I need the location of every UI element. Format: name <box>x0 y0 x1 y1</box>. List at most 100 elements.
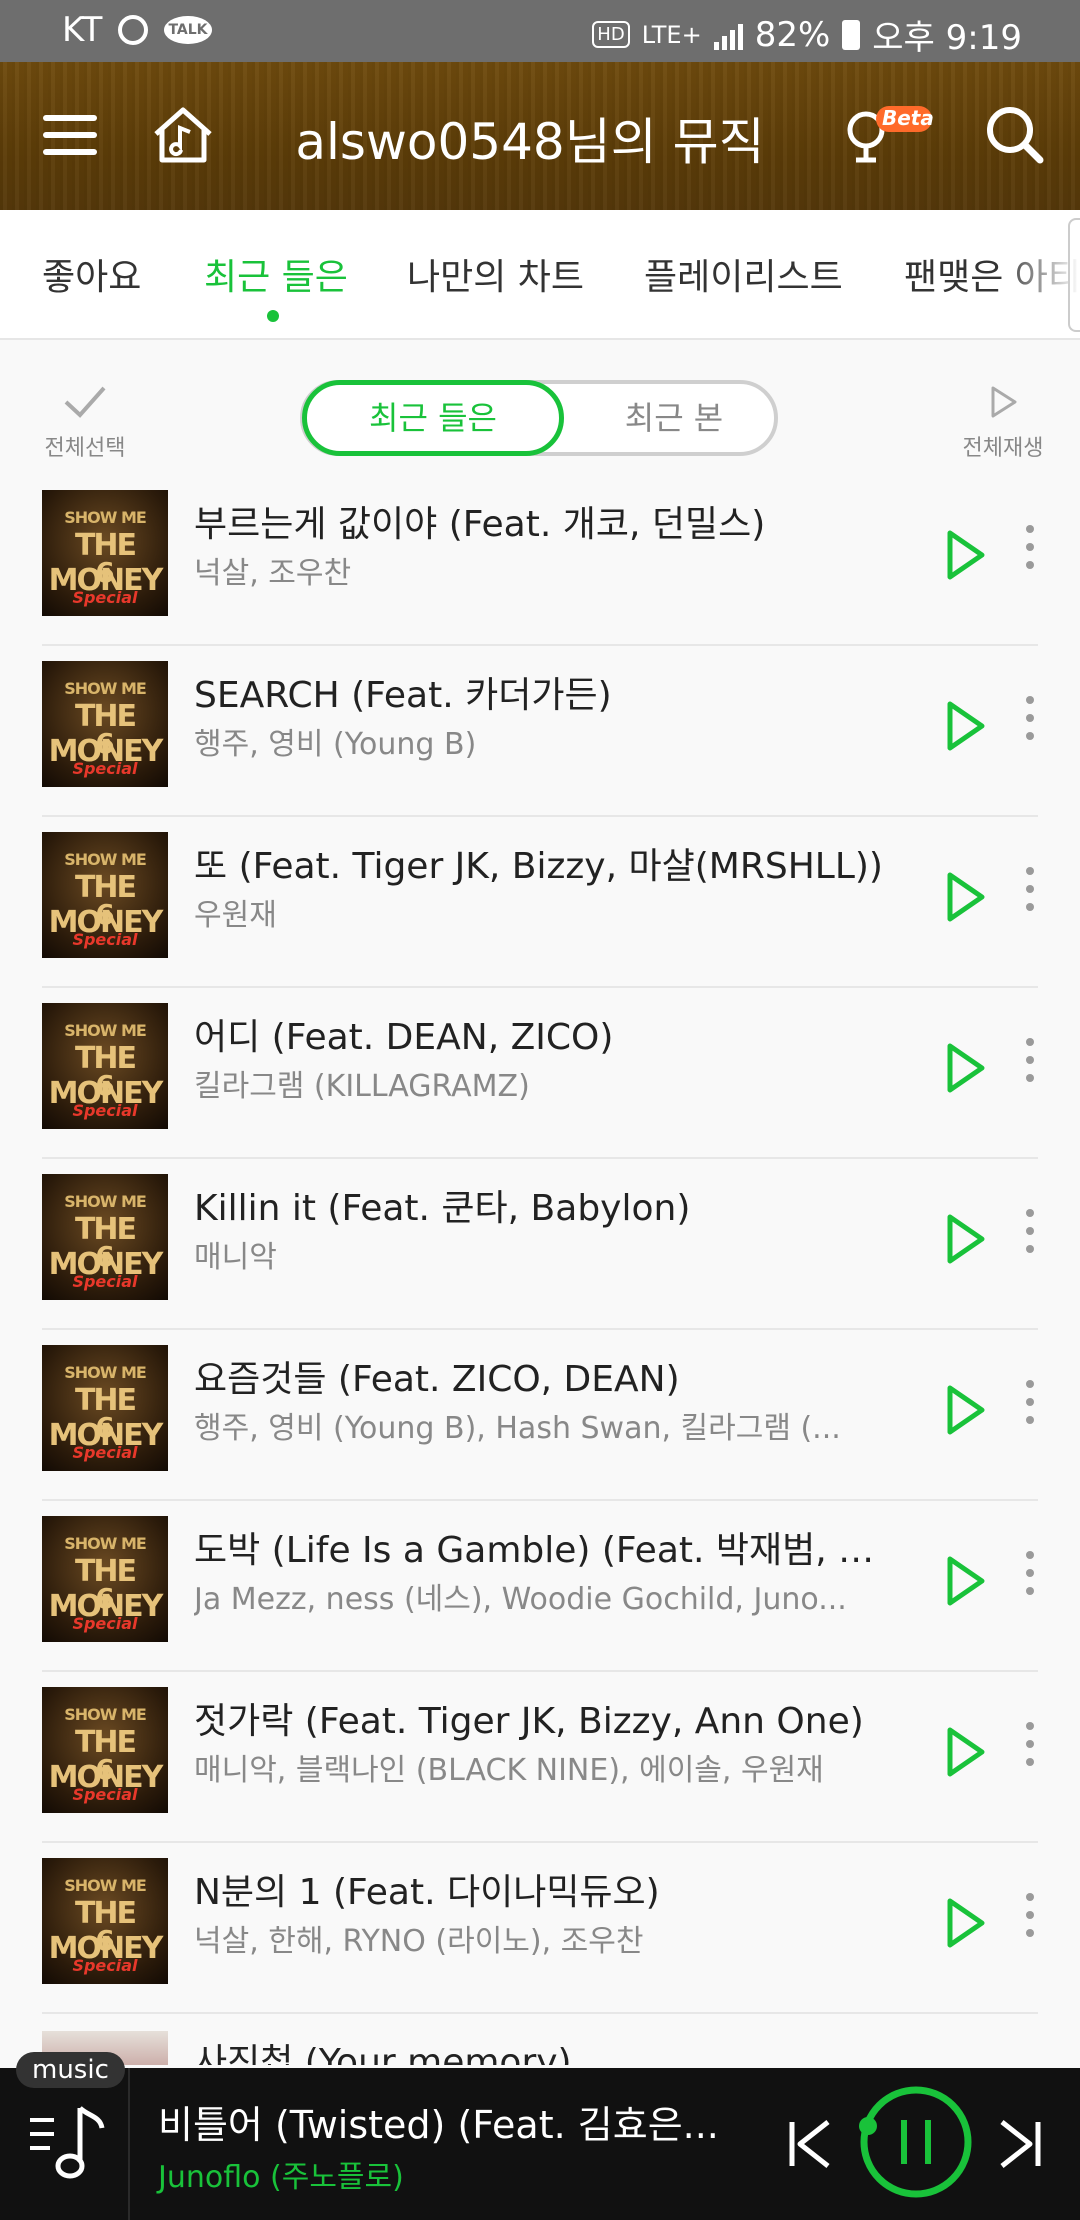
select-all-button[interactable]: 전체선택 <box>30 382 140 462</box>
voice-search-icon[interactable]: Beta <box>840 100 940 170</box>
row-divider <box>42 2012 1038 2014</box>
song-artist: 매니악, 블랙나인 (BLACK NINE), 에이솔, 우원재 <box>194 1753 824 1788</box>
song-title: N분의 1 (Feat. 다이나믹듀오) <box>194 1872 660 1913</box>
play-all-button[interactable]: 전체재생 <box>948 382 1058 462</box>
menu-icon[interactable] <box>38 100 108 170</box>
album-art: SHOW ME THE MONEY 6 Special <box>42 832 168 958</box>
more-vertical-icon[interactable] <box>1020 1209 1040 1269</box>
more-vertical-icon[interactable] <box>1020 1551 1040 1611</box>
song-title: 젓가락 (Feat. Tiger JK, Bizzy, Ann One) <box>194 1701 864 1742</box>
now-playing-artist: Junoflo (주노플로) <box>158 2160 404 2195</box>
list-controls: 전체선택 최근 들은 최근 본 전체재생 <box>0 340 1080 475</box>
hd-voice-icon: HD <box>592 21 630 48</box>
play-outline-icon <box>991 386 1017 418</box>
play-icon[interactable] <box>940 869 990 925</box>
song-artist: 매니악 <box>194 1240 277 1275</box>
more-vertical-icon[interactable] <box>1020 1722 1040 1782</box>
list-item[interactable]: SHOW ME THE MONEY 6 Special 젓가락 (Feat. Tige… <box>0 1672 1080 1843</box>
song-artist: 행주, 영비 (Young B) <box>194 727 477 762</box>
album-art: SHOW ME THE MONEY 6 Special <box>42 1345 168 1471</box>
recent-toggle: 최근 들은 최근 본 <box>300 380 778 456</box>
list-item[interactable]: SHOW ME THE MONEY 6 Special 어디 (Feat. DEAN,… <box>0 988 1080 1159</box>
list-item[interactable]: SHOW ME THE MONEY 6 Special 또 (Feat. Tiger … <box>0 817 1080 988</box>
song-title: 요즘것들 (Feat. ZICO, DEAN) <box>194 1359 680 1400</box>
list-item[interactable]: SHOW ME THE MONEY 6 Special Killin it (Feat… <box>0 1159 1080 1330</box>
battery-icon <box>842 19 861 50</box>
song-title: SEARCH (Feat. 카더가든) <box>194 675 612 716</box>
list-item[interactable]: SHOW ME THE MONEY 6 Special 부르는게 값이야 (Feat.… <box>0 475 1080 646</box>
playlist-music-icon[interactable] <box>26 2102 106 2190</box>
list-item[interactable]: SHOW ME THE MONEY 6 Special 요즘것들 (Feat. ZIC… <box>0 1330 1080 1501</box>
page-title: alswo0548님의 뮤직 <box>295 113 765 171</box>
play-icon[interactable] <box>940 527 990 583</box>
play-all-label: 전체재생 <box>962 436 1044 461</box>
battery-percent: 82% <box>754 14 831 55</box>
song-title: Killin it (Feat. 쿤타, Babylon) <box>194 1188 691 1229</box>
mini-player[interactable]: 비틀어 (Twisted) (Feat. 김효은... Junoflo (주노플… <box>0 2068 1080 2220</box>
play-icon[interactable] <box>940 1040 990 1096</box>
album-art: SHOW ME THE MONEY 6 Special <box>42 1174 168 1300</box>
app-header: alswo0548님의 뮤직 Beta <box>0 62 1080 210</box>
tab-my-chart[interactable]: 나만의 차트 <box>407 248 584 300</box>
player-divider <box>128 2068 130 2220</box>
play-icon[interactable] <box>940 1553 990 1609</box>
album-art: SHOW ME THE MONEY 6 Special <box>42 490 168 616</box>
play-icon[interactable] <box>940 1895 990 1951</box>
song-artist: 킬라그램 (KILLAGRAMZ) <box>194 1069 530 1104</box>
beta-badge: Beta <box>882 106 934 130</box>
album-art: SHOW ME THE MONEY 6 Special <box>42 661 168 787</box>
signal-icon <box>713 20 743 50</box>
song-title: 어디 (Feat. DEAN, ZICO) <box>194 1017 614 1058</box>
edge-handle[interactable] <box>1068 218 1080 332</box>
home-music-icon[interactable] <box>148 100 218 170</box>
network-type: LTE+ <box>641 20 702 49</box>
list-item[interactable]: SHOW ME THE MONEY 6 Special N분의 1 (Feat. 다이… <box>0 1843 1080 2014</box>
active-tab-indicator <box>267 310 279 322</box>
song-title: 부르는게 값이야 (Feat. 개코, 던밀스) <box>194 504 766 545</box>
segment-recent-listened[interactable]: 최근 들은 <box>302 380 564 456</box>
clock: 오후 9:19 <box>872 18 1022 58</box>
song-artist: 넉살, 한해, RYNO (라이노), 조우찬 <box>194 1924 644 1959</box>
carrier-label: KT <box>62 10 103 50</box>
list-item-partial[interactable]: 사진첩 (Your memory) <box>0 2025 1080 2065</box>
more-vertical-icon[interactable] <box>1020 867 1040 927</box>
more-vertical-icon[interactable] <box>1020 1893 1040 1953</box>
song-artist: 행주, 영비 (Young B), Hash Swan, 킬라그램 (... <box>194 1411 841 1446</box>
song-artist: Ja Mezz, ness (네스), Woodie Gochild, Juno… <box>194 1582 847 1617</box>
more-vertical-icon[interactable] <box>1020 696 1040 756</box>
album-art: SHOW ME THE MONEY 6 Special <box>42 1516 168 1642</box>
tab-recent[interactable]: 최근 들은 <box>204 248 348 300</box>
song-title: 도박 (Life Is a Gamble) (Feat. 박재범, D... <box>194 1530 894 1571</box>
list-item[interactable]: SHOW ME THE MONEY 6 Special SEARCH (Feat. 카… <box>0 646 1080 817</box>
play-icon[interactable] <box>940 1211 990 1267</box>
play-icon[interactable] <box>940 1724 990 1780</box>
play-icon[interactable] <box>940 698 990 754</box>
more-vertical-icon[interactable] <box>1020 1038 1040 1098</box>
checkmark-icon <box>64 386 106 418</box>
more-vertical-icon[interactable] <box>1020 1380 1040 1440</box>
app-notification-icon <box>118 15 149 45</box>
song-title: 사진첩 (Your memory) <box>194 2042 572 2065</box>
list-item[interactable]: SHOW ME THE MONEY 6 Special 도박 (Life Is a G… <box>0 1501 1080 1672</box>
pause-icon[interactable] <box>856 2082 976 2206</box>
next-icon[interactable] <box>996 2116 1046 2176</box>
song-title: 또 (Feat. Tiger JK, Bizzy, 마샬(MRSHLL)) <box>194 846 883 887</box>
library-tabs: 좋아요 최근 들은 나만의 차트 플레이리스트 팬맺은 아티 <box>0 210 1080 340</box>
select-all-label: 전체선택 <box>44 436 126 461</box>
more-vertical-icon[interactable] <box>1020 525 1040 585</box>
tab-playlist[interactable]: 플레이리스트 <box>644 248 843 300</box>
tab-likes[interactable]: 좋아요 <box>42 248 141 300</box>
music-tag: music <box>16 2052 125 2088</box>
song-artist: 우원재 <box>194 898 277 933</box>
status-bar: KT TALK HD LTE+ 82% 오후 9:19 <box>0 0 1080 62</box>
album-art: SHOW ME THE MONEY 6 Special <box>42 1687 168 1813</box>
previous-icon[interactable] <box>784 2116 834 2176</box>
now-playing-title: 비틀어 (Twisted) (Feat. 김효은... <box>158 2103 719 2147</box>
album-art: SHOW ME THE MONEY 6 Special <box>42 1858 168 1984</box>
song-artist: 넉살, 조우찬 <box>194 556 352 591</box>
album-art: SHOW ME THE MONEY 6 Special <box>42 1003 168 1129</box>
kakaotalk-icon: TALK <box>164 16 212 44</box>
play-icon[interactable] <box>940 1382 990 1438</box>
search-icon[interactable] <box>980 100 1050 170</box>
segment-recent-viewed[interactable]: 최근 본 <box>574 384 774 452</box>
